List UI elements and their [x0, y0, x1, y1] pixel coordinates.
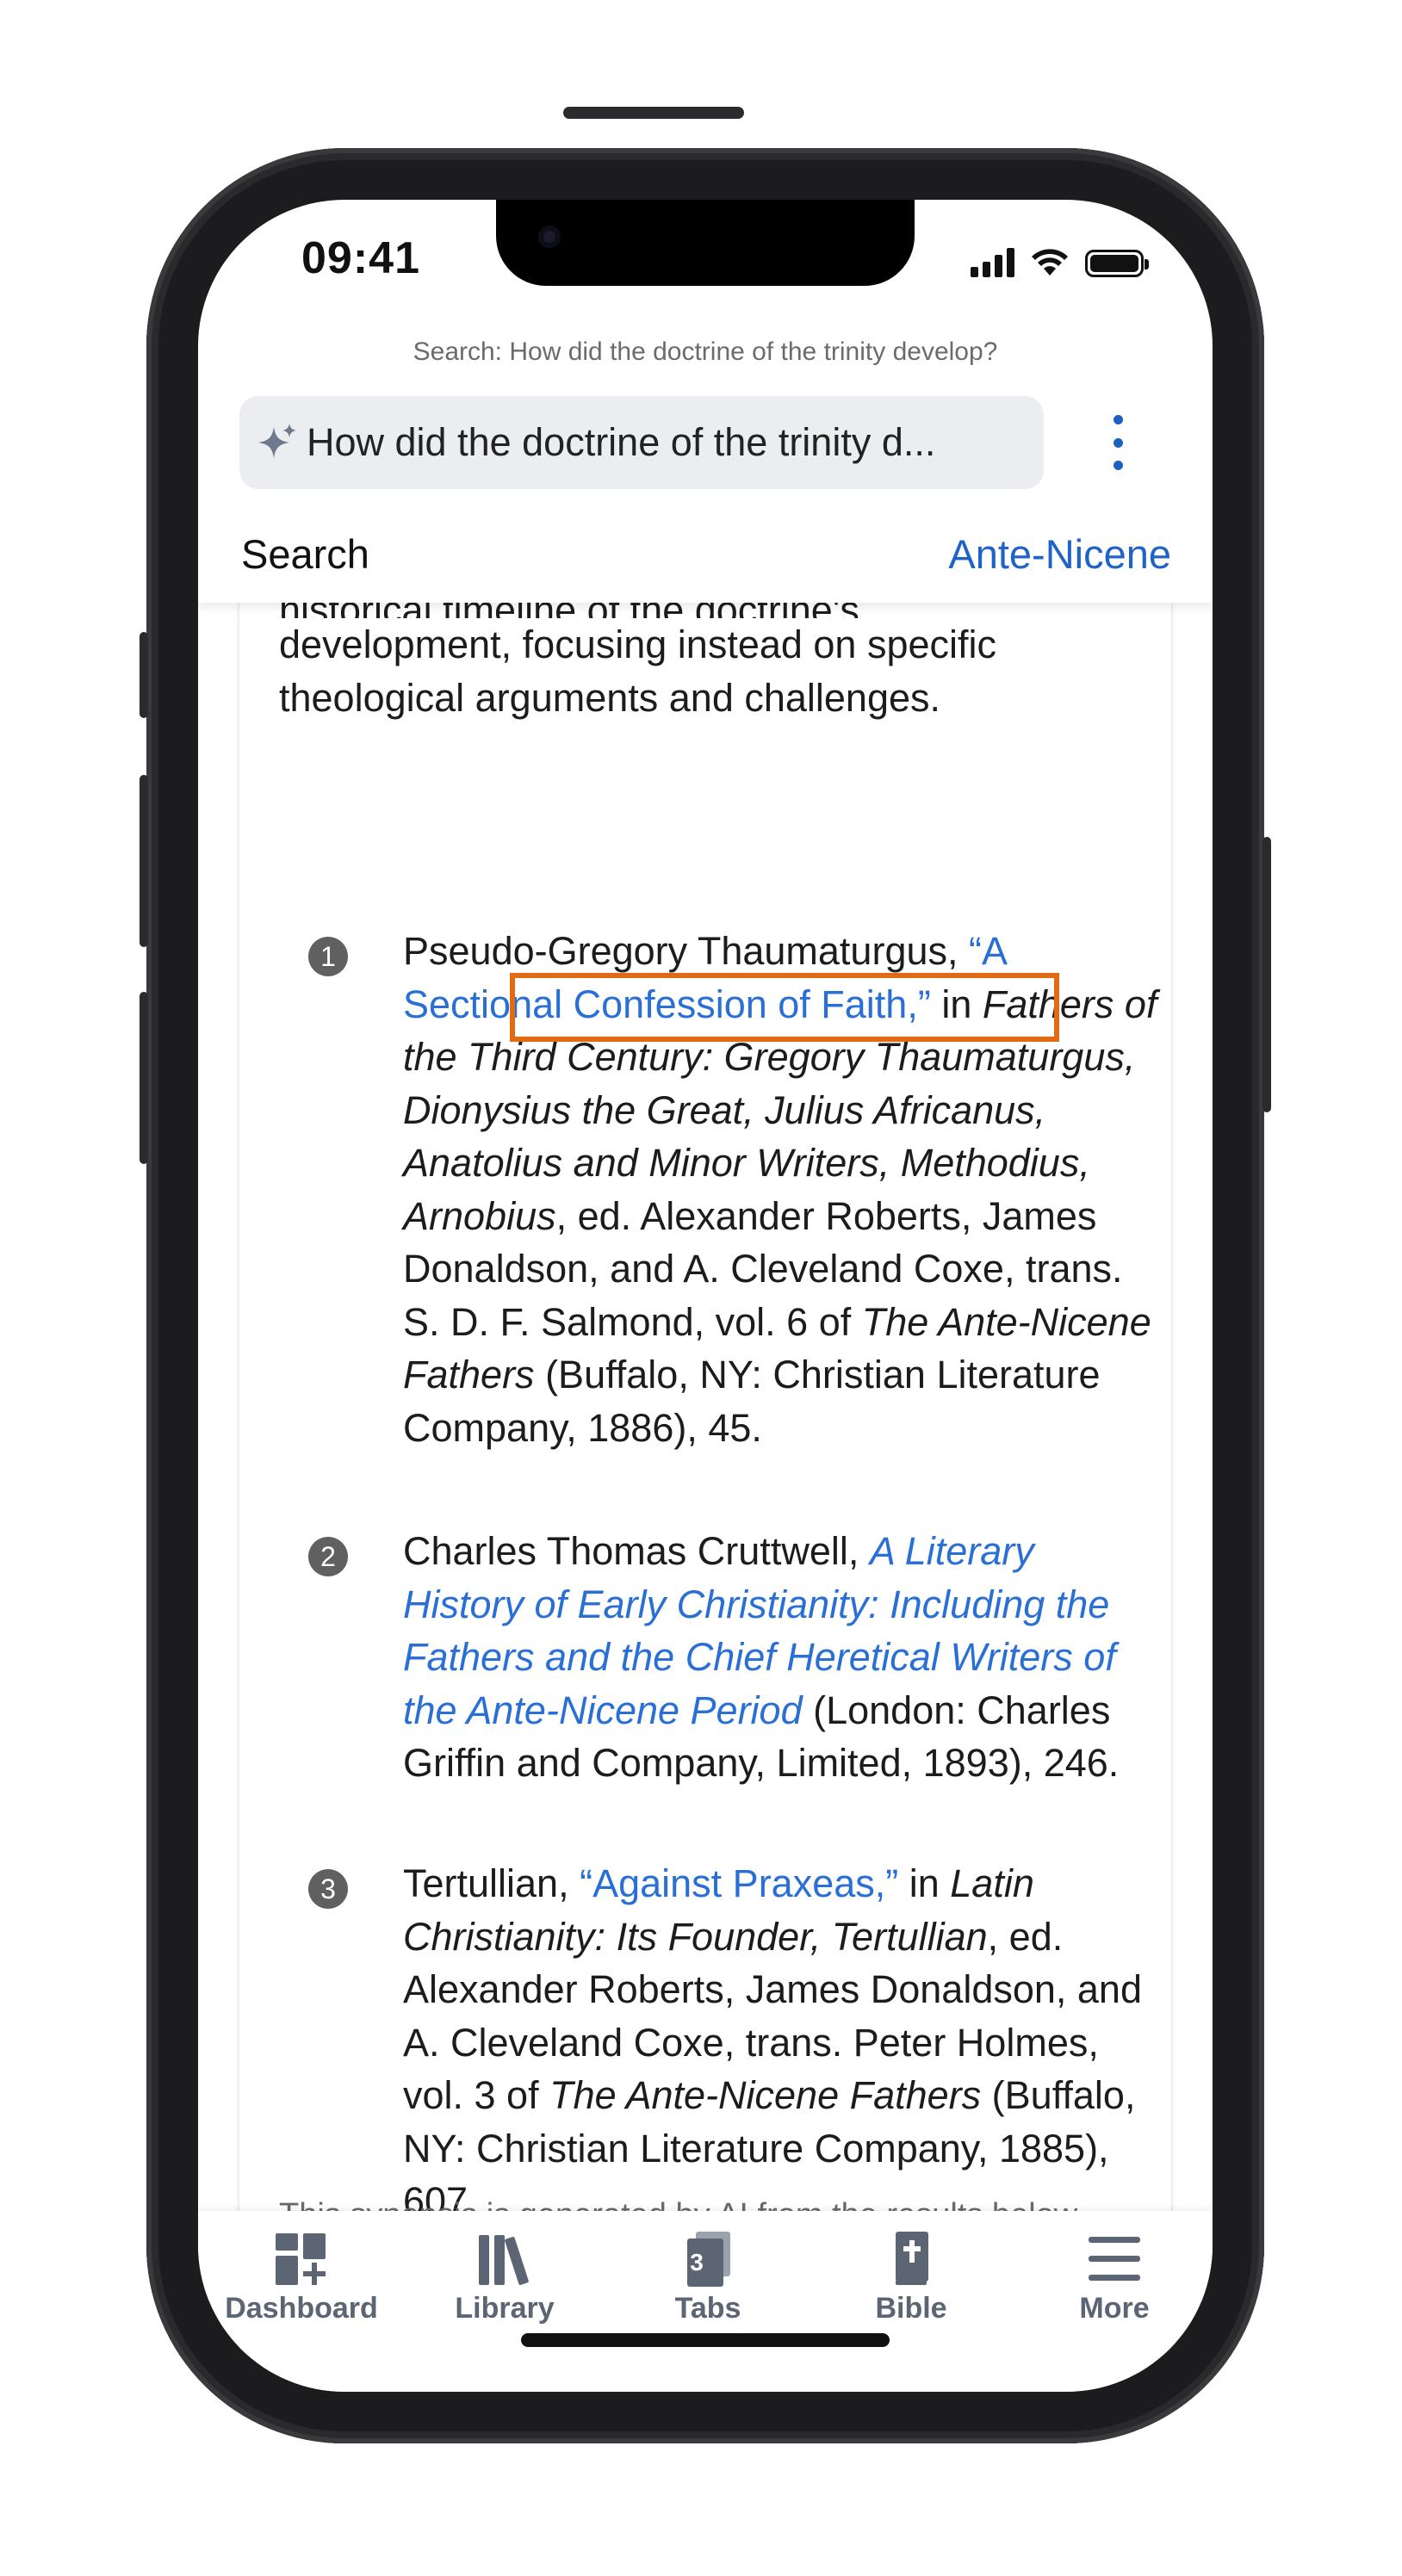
- tab-label: Tabs: [674, 2292, 741, 2325]
- mute-switch: [140, 632, 148, 718]
- volume-down-button: [140, 992, 148, 1164]
- tab-label: More: [1079, 2292, 1150, 2325]
- cellular-signal-icon: [971, 246, 1014, 277]
- search-title: Search: [241, 531, 369, 577]
- menu-icon: [1089, 2237, 1140, 2281]
- bottom-tab-bar: Dashboard Library 3 Tabs Bible More: [198, 2211, 1213, 2392]
- battery-icon: [1085, 250, 1149, 277]
- results-header: Search Ante-Nicene: [198, 520, 1213, 603]
- tab-library[interactable]: Library: [403, 2211, 606, 2340]
- more-options-icon[interactable]: [1107, 415, 1128, 470]
- search-caption: Search: How did the doctrine of the trin…: [413, 337, 998, 366]
- home-indicator[interactable]: [521, 2333, 890, 2347]
- footnote-text: Pseudo-Gregory Thaumaturgus, “A Sectiona…: [403, 925, 1161, 1454]
- footnote-author: Tertullian,: [403, 1861, 580, 1905]
- tab-more[interactable]: More: [1013, 2211, 1213, 2340]
- speaker-grille: [563, 107, 744, 119]
- tab-label: Dashboard: [225, 2292, 378, 2325]
- front-camera: [538, 226, 561, 248]
- search-bar[interactable]: How did the doctrine of the trinity d...: [239, 396, 1044, 489]
- collection-filter-link[interactable]: Ante-Nicene: [948, 530, 1171, 578]
- footnote-author: Pseudo-Gregory Thaumaturgus,: [403, 929, 970, 973]
- footnote-connector: in: [930, 981, 983, 1026]
- tab-bible[interactable]: Bible: [810, 2211, 1013, 2340]
- tab-label: Library: [455, 2292, 555, 2325]
- footnote-link-against-praxeas[interactable]: “Against Praxeas,”: [580, 1861, 898, 1905]
- footnote-number: 2: [308, 1537, 348, 1576]
- footnote-series-title: The Ante-Nicene Fathers: [549, 2073, 982, 2117]
- synopsis-line: development, focusing instead on specifi…: [279, 622, 997, 666]
- volume-up-button: [140, 775, 148, 947]
- library-icon: [479, 2235, 529, 2285]
- tab-dashboard[interactable]: Dashboard: [200, 2211, 403, 2340]
- footnote-connector: in: [898, 1861, 951, 1905]
- dashboard-icon: [276, 2233, 326, 2285]
- status-icons: [971, 243, 1149, 277]
- wifi-icon: [1032, 249, 1068, 276]
- status-time: 09:41: [301, 233, 420, 283]
- screen: 09:41 Search: How did the doctrine of th…: [198, 200, 1213, 2392]
- ai-sparkle-icon: [258, 424, 296, 458]
- phone-frame: 09:41 Search: How did the doctrine of th…: [140, 107, 1271, 2443]
- tab-label: Bible: [875, 2292, 947, 2325]
- footnote-text: Tertullian, “Against Praxeas,” in Latin …: [403, 1857, 1161, 2228]
- footnote-number: 3: [308, 1869, 348, 1909]
- synopsis-line: theological arguments and challenges.: [279, 676, 941, 720]
- bible-icon: [896, 2232, 928, 2285]
- synopsis-text: historical timeline of the doctrine's de…: [279, 588, 1080, 725]
- footnote-number: 1: [308, 937, 348, 976]
- search-query-text[interactable]: How did the doctrine of the trinity d...: [307, 420, 1013, 465]
- tab-tabs[interactable]: 3 Tabs: [606, 2211, 810, 2340]
- footnote-author: Charles Thomas Cruttwell,: [403, 1529, 870, 1573]
- footnote-text: Charles Thomas Cruttwell, A Literary His…: [403, 1525, 1161, 1790]
- power-button: [1262, 837, 1271, 1112]
- tabs-count-badge: 3: [690, 2249, 704, 2276]
